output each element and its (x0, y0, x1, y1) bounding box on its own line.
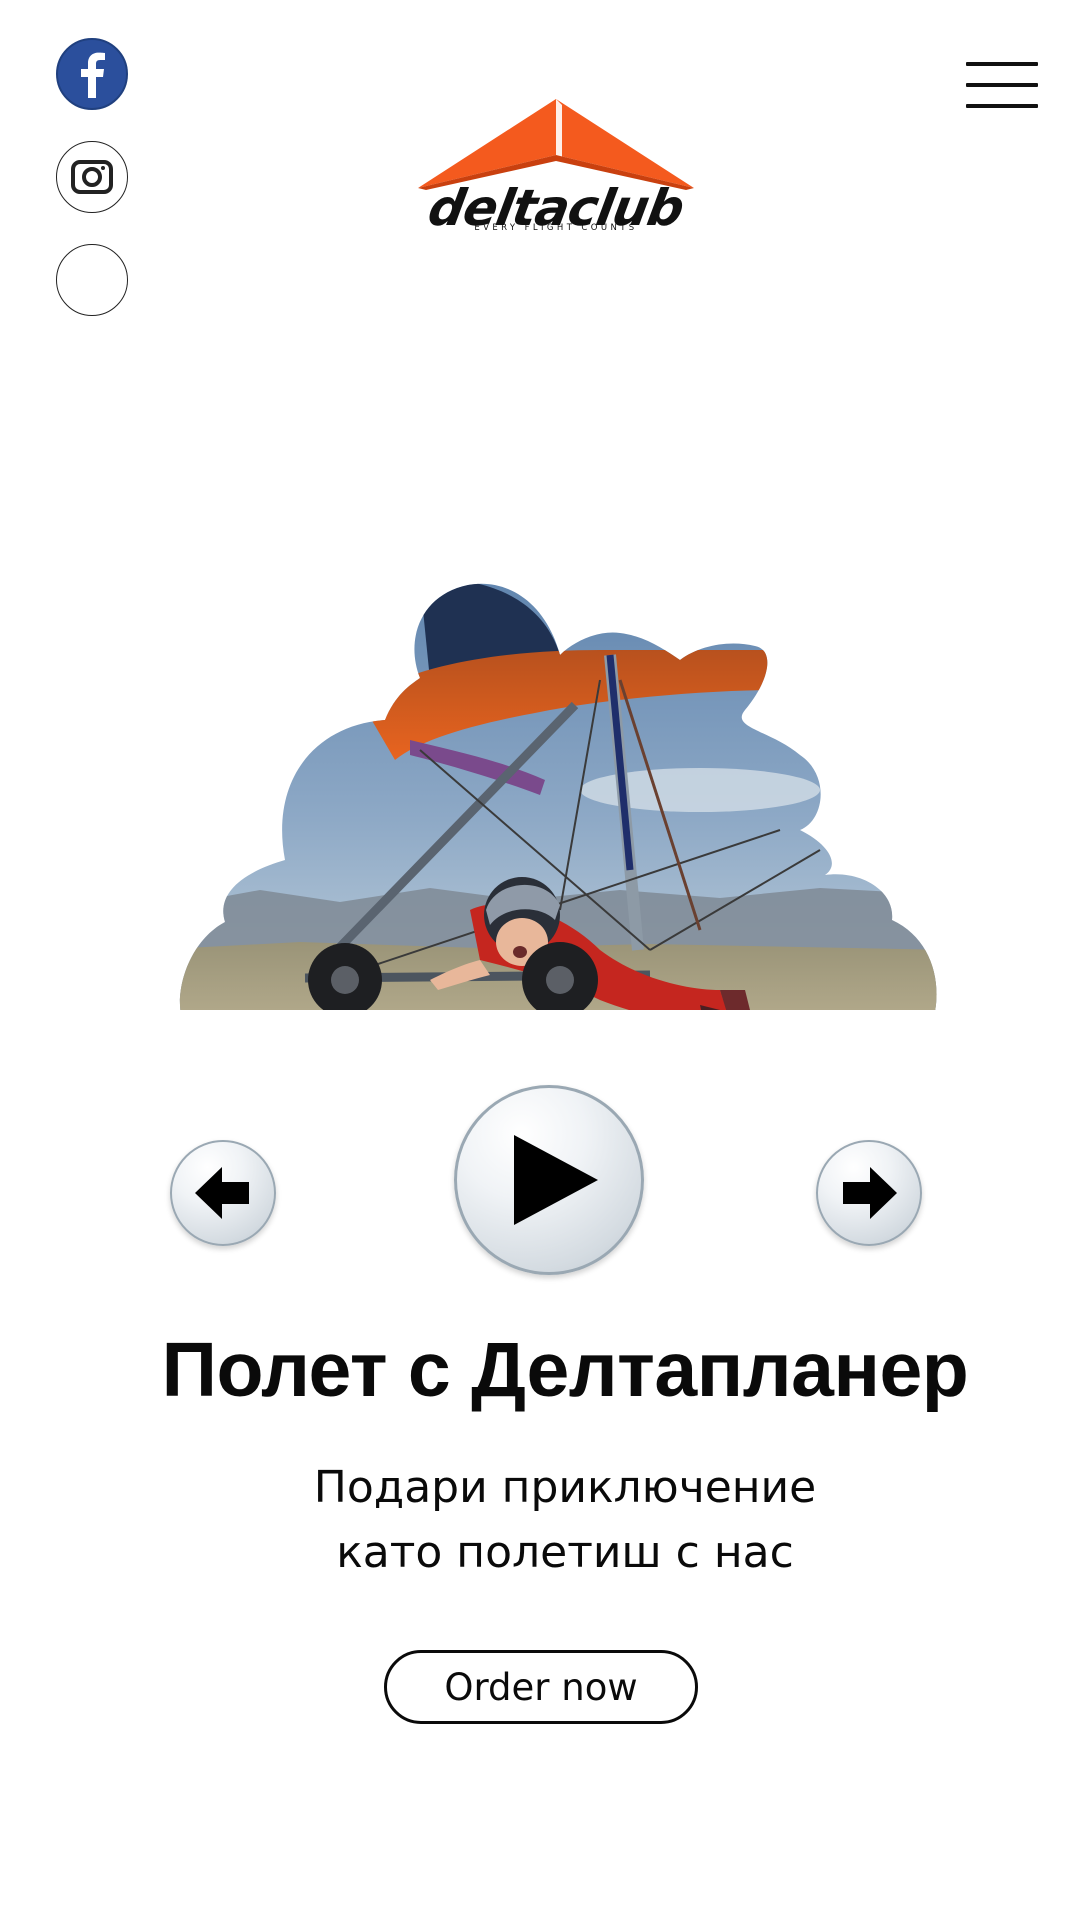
previous-slide-button[interactable] (170, 1140, 276, 1246)
page-title: Полет с Делтапланер (161, 1327, 969, 1413)
subtitle-line-2: като полетиш с нас (336, 1527, 794, 1578)
logo-tagline: EVERY FLIGHT COUNTS (474, 223, 638, 233)
play-button[interactable] (454, 1085, 644, 1275)
arrow-right-icon (843, 1167, 897, 1219)
facebook-icon (81, 52, 105, 98)
social-button-empty[interactable] (56, 244, 128, 316)
subtitle-line-1: Подари приключение (313, 1462, 817, 1513)
order-now-button[interactable]: Order now (384, 1650, 698, 1724)
subtitle: Подари приключение като полетиш с нас (0, 1455, 1080, 1585)
deltaclub-logo[interactable]: deltaclub EVERY FLIGHT COUNTS (398, 95, 714, 245)
instagram-button[interactable] (56, 141, 128, 213)
hang-glider-logo-icon (418, 99, 694, 190)
hamburger-menu-icon[interactable] (966, 62, 1038, 110)
facebook-button[interactable] (56, 38, 128, 110)
next-slide-button[interactable] (816, 1140, 922, 1246)
hero-image (179, 583, 937, 1010)
arrow-left-icon (195, 1167, 249, 1219)
play-icon (514, 1135, 598, 1225)
instagram-icon (71, 160, 113, 194)
